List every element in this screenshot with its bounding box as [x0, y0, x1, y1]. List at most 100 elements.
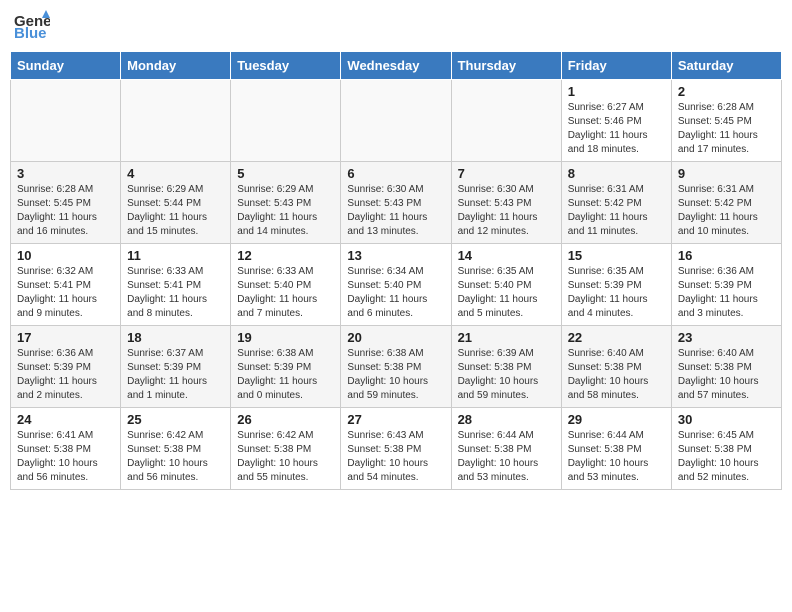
calendar-cell: 5Sunrise: 6:29 AM Sunset: 5:43 PM Daylig… — [231, 162, 341, 244]
day-info: Sunrise: 6:29 AM Sunset: 5:44 PM Dayligh… — [127, 183, 224, 239]
day-info: Sunrise: 6:42 AM Sunset: 5:38 PM Dayligh… — [127, 429, 224, 485]
day-header-tuesday: Tuesday — [231, 52, 341, 80]
day-number: 11 — [127, 248, 224, 263]
calendar-cell: 9 Sunrise: 6:31 AM Sunset: 5:42 PM Daylig… — [671, 162, 781, 244]
day-info: Sunrise: 6:35 AM Sunset: 5:40 PM Dayligh… — [458, 265, 555, 321]
calendar-cell: 23 Sunrise: 6:40 AM Sunset: 5:38 PM Dayli… — [671, 326, 781, 408]
day-number: 27 — [347, 412, 444, 427]
day-number: 22 — [568, 330, 665, 345]
day-info: Sunrise: 6:44 AM Sunset: 5:38 PM Dayligh… — [458, 429, 555, 485]
svg-text:Blue: Blue — [14, 25, 47, 38]
calendar-cell — [451, 80, 561, 162]
calendar-cell — [11, 80, 121, 162]
calendar-cell: 4 Sunrise: 6:29 AM Sunset: 5:44 PM Daylig… — [121, 162, 231, 244]
day-number: 25 — [127, 412, 224, 427]
calendar-cell: 11 Sunrise: 6:33 AM Sunset: 5:41 PM Dayli… — [121, 244, 231, 326]
day-info: Sunrise: 6:27 AM Sunset: 5:46 PM Dayligh… — [568, 101, 665, 157]
calendar-cell: 17 Sunrise: 6:36 AM Sunset: 5:39 PM Dayli… — [11, 326, 121, 408]
day-number: 4 — [127, 166, 224, 181]
week-row-3: 17 Sunrise: 6:36 AM Sunset: 5:39 PM Dayli… — [11, 326, 782, 408]
day-number: 17 — [17, 330, 114, 345]
day-info: Sunrise: 6:38 AM Sunset: 5:38 PM Dayligh… — [347, 347, 444, 403]
day-number: 12 — [237, 248, 334, 263]
day-info: Sunrise: 6:32 AM Sunset: 5:41 PM Dayligh… — [17, 265, 114, 321]
calendar-cell: 18 Sunrise: 6:37 AM Sunset: 5:39 PM Dayli… — [121, 326, 231, 408]
day-number: 20 — [347, 330, 444, 345]
day-info: Sunrise: 6:30 AM Sunset: 5:43 PM Dayligh… — [347, 183, 444, 239]
logo-icon: General Blue — [14, 10, 50, 43]
calendar-cell: 19Sunrise: 6:38 AM Sunset: 5:39 PM Dayli… — [231, 326, 341, 408]
day-header-monday: Monday — [121, 52, 231, 80]
calendar-table: SundayMondayTuesdayWednesdayThursdayFrid… — [10, 51, 782, 490]
day-header-wednesday: Wednesday — [341, 52, 451, 80]
day-header-thursday: Thursday — [451, 52, 561, 80]
calendar-cell: 12 Sunrise: 6:33 AM Sunset: 5:40 PM Dayli… — [231, 244, 341, 326]
day-info: Sunrise: 6:37 AM Sunset: 5:39 PM Dayligh… — [127, 347, 224, 403]
day-header-sunday: Sunday — [11, 52, 121, 80]
day-number: 1 — [568, 84, 665, 99]
day-number: 16 — [678, 248, 775, 263]
day-info: Sunrise: 6:33 AM Sunset: 5:40 PM Dayligh… — [237, 265, 334, 321]
day-info: Sunrise: 6:45 AM Sunset: 5:38 PM Dayligh… — [678, 429, 775, 485]
calendar-cell: 30Sunrise: 6:45 AM Sunset: 5:38 PM Dayli… — [671, 408, 781, 490]
day-number: 28 — [458, 412, 555, 427]
calendar-cell: 6 Sunrise: 6:30 AM Sunset: 5:43 PM Daylig… — [341, 162, 451, 244]
day-info: Sunrise: 6:39 AM Sunset: 5:38 PM Dayligh… — [458, 347, 555, 403]
calendar-cell: 20 Sunrise: 6:38 AM Sunset: 5:38 PM Dayli… — [341, 326, 451, 408]
calendar-cell: 29Sunrise: 6:44 AM Sunset: 5:38 PM Dayli… — [561, 408, 671, 490]
calendar-body: 1 Sunrise: 6:27 AM Sunset: 5:46 PM Daylig… — [11, 80, 782, 490]
calendar-cell: 13 Sunrise: 6:34 AM Sunset: 5:40 PM Dayli… — [341, 244, 451, 326]
calendar-cell — [341, 80, 451, 162]
day-number: 6 — [347, 166, 444, 181]
day-info: Sunrise: 6:35 AM Sunset: 5:39 PM Dayligh… — [568, 265, 665, 321]
calendar-cell — [121, 80, 231, 162]
day-info: Sunrise: 6:33 AM Sunset: 5:41 PM Dayligh… — [127, 265, 224, 321]
day-number: 19 — [237, 330, 334, 345]
day-info: Sunrise: 6:36 AM Sunset: 5:39 PM Dayligh… — [17, 347, 114, 403]
day-info: Sunrise: 6:34 AM Sunset: 5:40 PM Dayligh… — [347, 265, 444, 321]
calendar-cell: 24 Sunrise: 6:41 AM Sunset: 5:38 PM Dayli… — [11, 408, 121, 490]
day-info: Sunrise: 6:44 AM Sunset: 5:38 PM Dayligh… — [568, 429, 665, 485]
week-row-4: 24 Sunrise: 6:41 AM Sunset: 5:38 PM Dayli… — [11, 408, 782, 490]
day-number: 10 — [17, 248, 114, 263]
logo: General Blue — [14, 10, 50, 43]
day-number: 8 — [568, 166, 665, 181]
calendar-cell: 1 Sunrise: 6:27 AM Sunset: 5:46 PM Daylig… — [561, 80, 671, 162]
day-header-saturday: Saturday — [671, 52, 781, 80]
day-number: 2 — [678, 84, 775, 99]
calendar-cell: 14Sunrise: 6:35 AM Sunset: 5:40 PM Dayli… — [451, 244, 561, 326]
day-info: Sunrise: 6:31 AM Sunset: 5:42 PM Dayligh… — [678, 183, 775, 239]
day-info: Sunrise: 6:40 AM Sunset: 5:38 PM Dayligh… — [568, 347, 665, 403]
week-row-0: 1 Sunrise: 6:27 AM Sunset: 5:46 PM Daylig… — [11, 80, 782, 162]
calendar-cell: 7Sunrise: 6:30 AM Sunset: 5:43 PM Daylig… — [451, 162, 561, 244]
page-header: General Blue — [10, 10, 782, 43]
day-info: Sunrise: 6:36 AM Sunset: 5:39 PM Dayligh… — [678, 265, 775, 321]
calendar-cell: 21 Sunrise: 6:39 AM Sunset: 5:38 PM Dayli… — [451, 326, 561, 408]
day-info: Sunrise: 6:42 AM Sunset: 5:38 PM Dayligh… — [237, 429, 334, 485]
day-number: 13 — [347, 248, 444, 263]
calendar-cell: 15 Sunrise: 6:35 AM Sunset: 5:39 PM Dayli… — [561, 244, 671, 326]
day-info: Sunrise: 6:28 AM Sunset: 5:45 PM Dayligh… — [17, 183, 114, 239]
day-number: 15 — [568, 248, 665, 263]
calendar-cell: 26Sunrise: 6:42 AM Sunset: 5:38 PM Dayli… — [231, 408, 341, 490]
day-number: 23 — [678, 330, 775, 345]
day-info: Sunrise: 6:31 AM Sunset: 5:42 PM Dayligh… — [568, 183, 665, 239]
calendar-cell: 16 Sunrise: 6:36 AM Sunset: 5:39 PM Dayli… — [671, 244, 781, 326]
day-info: Sunrise: 6:28 AM Sunset: 5:45 PM Dayligh… — [678, 101, 775, 157]
day-number: 5 — [237, 166, 334, 181]
calendar-cell: 8 Sunrise: 6:31 AM Sunset: 5:42 PM Daylig… — [561, 162, 671, 244]
calendar-cell — [231, 80, 341, 162]
day-number: 7 — [458, 166, 555, 181]
day-number: 18 — [127, 330, 224, 345]
calendar-cell: 27 Sunrise: 6:43 AM Sunset: 5:38 PM Dayli… — [341, 408, 451, 490]
day-info: Sunrise: 6:41 AM Sunset: 5:38 PM Dayligh… — [17, 429, 114, 485]
day-info: Sunrise: 6:40 AM Sunset: 5:38 PM Dayligh… — [678, 347, 775, 403]
calendar-cell: 25 Sunrise: 6:42 AM Sunset: 5:38 PM Dayli… — [121, 408, 231, 490]
day-info: Sunrise: 6:43 AM Sunset: 5:38 PM Dayligh… — [347, 429, 444, 485]
calendar-cell: 22 Sunrise: 6:40 AM Sunset: 5:38 PM Dayli… — [561, 326, 671, 408]
day-number: 3 — [17, 166, 114, 181]
day-number: 9 — [678, 166, 775, 181]
calendar-header-row: SundayMondayTuesdayWednesdayThursdayFrid… — [11, 52, 782, 80]
day-number: 21 — [458, 330, 555, 345]
day-number: 24 — [17, 412, 114, 427]
